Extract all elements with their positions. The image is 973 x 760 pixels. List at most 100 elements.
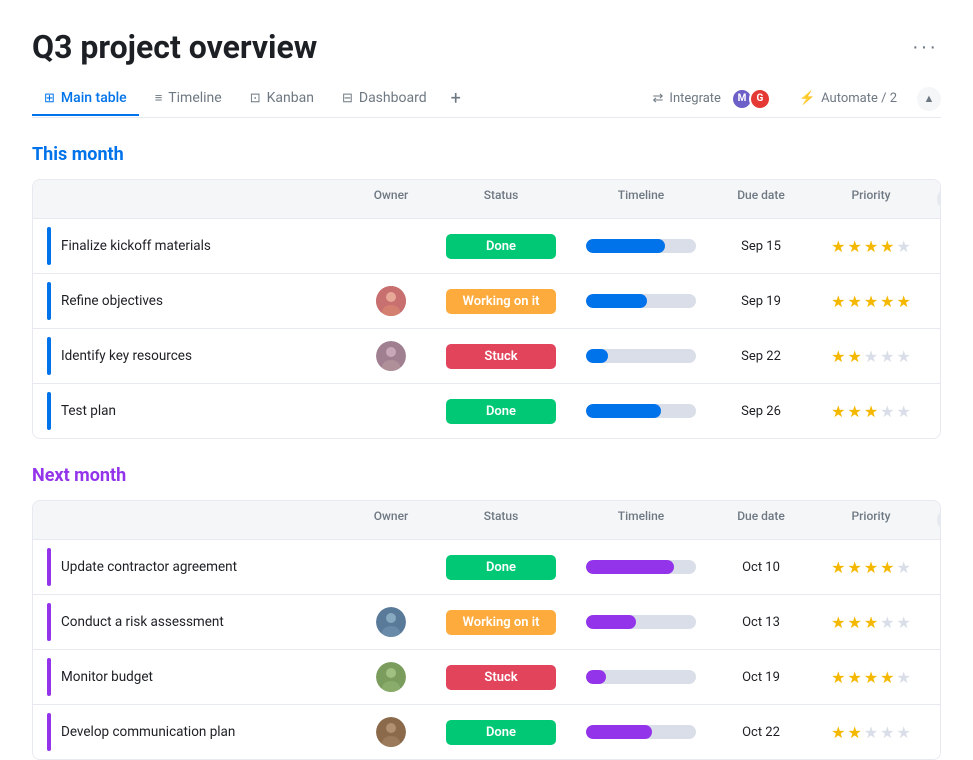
owner-cell [351, 333, 431, 379]
this-month-section: This month Owner Status Timeline Due dat… [32, 138, 941, 439]
row-plus-cell [931, 403, 941, 419]
task-cell: Test plan [41, 384, 351, 438]
star-1: ★ [831, 292, 845, 311]
tab-timeline[interactable]: ≡ Timeline [143, 82, 234, 116]
task-cell: Develop communication plan [41, 705, 351, 759]
status-badge[interactable]: Done [446, 555, 556, 580]
star-5: ★ [897, 613, 911, 632]
status-badge[interactable]: Stuck [446, 344, 556, 369]
timeline-cell [571, 662, 711, 692]
task-cell: Refine objectives [41, 274, 351, 328]
header-row: Q3 project overview ··· [32, 28, 941, 66]
avatar [376, 341, 406, 371]
timeline-cell [571, 286, 711, 316]
add-column-button[interactable]: + [937, 509, 941, 531]
status-badge[interactable]: Stuck [446, 665, 556, 690]
col-header-add: + [931, 180, 941, 218]
status-cell[interactable]: Done [431, 226, 571, 267]
star-3: ★ [864, 613, 878, 632]
due-date-cell: Sep 26 [711, 396, 811, 427]
owner-cell [351, 238, 431, 254]
star-1: ★ [831, 347, 845, 366]
tab-dashboard[interactable]: ⊟ Dashboard [330, 82, 439, 116]
dashboard-icon: ⊟ [342, 91, 353, 106]
row-bar [47, 337, 51, 375]
status-cell[interactable]: Working on it [431, 602, 571, 643]
more-options-button[interactable]: ··· [909, 31, 941, 63]
priority-cell: ★ ★ ★ ★ ★ [811, 339, 931, 374]
timeline-fill [586, 294, 647, 308]
owner-cell [351, 709, 431, 755]
star-3: ★ [864, 347, 878, 366]
col-header-add: + [931, 501, 941, 539]
next-month-table-header: Owner Status Timeline Due date Priority … [33, 501, 940, 540]
task-cell: Identify key resources [41, 329, 351, 383]
status-cell[interactable]: Working on it [431, 281, 571, 322]
timeline-bar [586, 725, 696, 739]
avatar [376, 717, 406, 747]
timeline-icon: ≡ [155, 90, 163, 106]
priority-cell: ★ ★ ★ ★ ★ [811, 605, 931, 640]
status-badge[interactable]: Done [446, 234, 556, 259]
this-month-header: This month [32, 138, 941, 171]
star-3: ★ [864, 402, 878, 421]
automate-icon: ⚡ [799, 91, 815, 106]
this-month-table-header: Owner Status Timeline Due date Priority … [33, 180, 940, 219]
timeline-fill [586, 615, 636, 629]
due-date-cell: Oct 13 [711, 607, 811, 638]
star-4: ★ [880, 402, 894, 421]
stars: ★ ★ ★ ★ ★ [831, 347, 911, 366]
star-4: ★ [880, 723, 894, 742]
due-date-cell: Sep 19 [711, 286, 811, 317]
timeline-bar [586, 404, 696, 418]
star-1: ★ [831, 723, 845, 742]
status-cell[interactable]: Done [431, 547, 571, 588]
status-badge[interactable]: Working on it [446, 289, 556, 314]
owner-cell [351, 559, 431, 575]
col-header-timeline: Timeline [571, 501, 711, 539]
timeline-fill [586, 725, 652, 739]
star-2: ★ [847, 402, 861, 421]
integrate-icon: ⇄ [653, 91, 664, 106]
status-cell[interactable]: Done [431, 391, 571, 432]
integrate-button[interactable]: ⇄ Integrate M G [645, 84, 779, 114]
due-date-cell: Oct 10 [711, 552, 811, 583]
add-tab-button[interactable]: + [443, 80, 469, 117]
tab-kanban[interactable]: ⊡ Kanban [238, 82, 326, 116]
star-5: ★ [897, 237, 911, 256]
kanban-icon: ⊡ [250, 91, 261, 106]
star-4: ★ [880, 613, 894, 632]
status-badge[interactable]: Done [446, 399, 556, 424]
star-4: ★ [880, 237, 894, 256]
status-cell[interactable]: Stuck [431, 336, 571, 377]
status-badge[interactable]: Working on it [446, 610, 556, 635]
timeline-cell [571, 717, 711, 747]
avatar [376, 607, 406, 637]
status-cell[interactable]: Stuck [431, 657, 571, 698]
avatar-integration-2: G [749, 88, 771, 110]
status-badge[interactable]: Done [446, 720, 556, 745]
star-4: ★ [880, 292, 894, 311]
due-date-cell: Sep 22 [711, 341, 811, 372]
automate-button[interactable]: ⚡ Automate / 2 [791, 87, 905, 110]
star-2: ★ [847, 723, 861, 742]
integration-avatars: M G [727, 88, 771, 110]
status-cell[interactable]: Done [431, 712, 571, 753]
col-header-task [41, 180, 351, 218]
collapse-button[interactable]: ▲ [917, 87, 941, 111]
row-plus-cell [931, 559, 941, 575]
timeline-bar [586, 349, 696, 363]
col-header-owner: Owner [351, 501, 431, 539]
avatar-img [376, 717, 406, 747]
priority-cell: ★ ★ ★ ★ ★ [811, 550, 931, 585]
star-5: ★ [897, 402, 911, 421]
due-date-cell: Oct 22 [711, 717, 811, 748]
tab-main-table[interactable]: ⊞ Main table [32, 82, 139, 116]
add-column-button[interactable]: + [937, 188, 941, 210]
col-header-status: Status [431, 180, 571, 218]
stars: ★ ★ ★ ★ ★ [831, 668, 911, 687]
star-3: ★ [864, 237, 878, 256]
star-5: ★ [897, 723, 911, 742]
task-cell: Monitor budget [41, 650, 351, 704]
avatar [376, 286, 406, 316]
